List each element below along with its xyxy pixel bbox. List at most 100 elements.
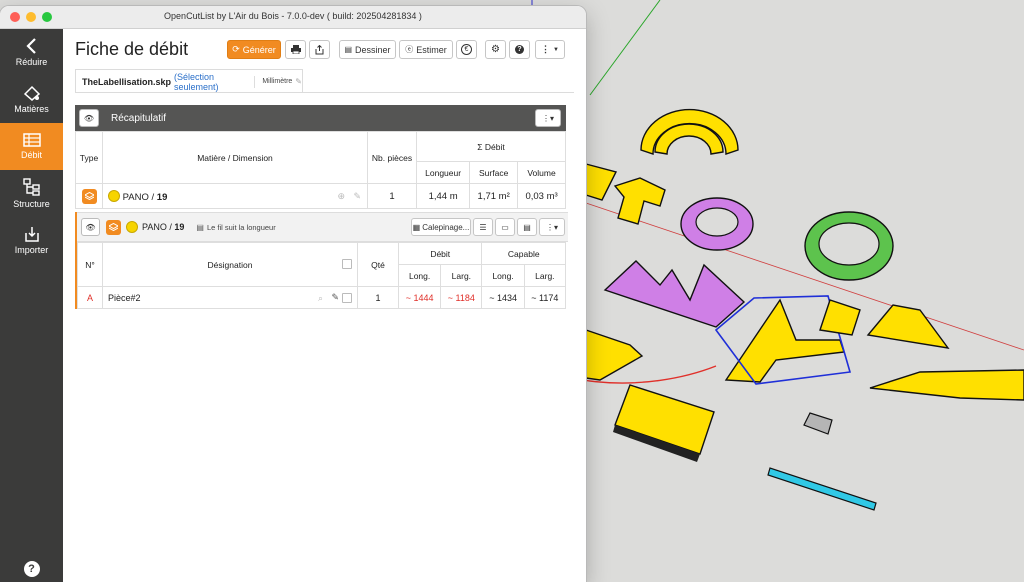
more-vertical-icon: ⋮ [541, 44, 551, 54]
summary-table: Type Matière / Dimension Nb. pièces Σ Dé… [75, 131, 566, 209]
unit-label: Millimètre [262, 78, 293, 85]
checkbox-all[interactable] [342, 259, 352, 269]
sidebar-item-label: Débit [20, 150, 42, 160]
sidebar-item-cutlist[interactable]: Débit [0, 123, 63, 170]
main-content: Fiche de débit ⟳ Générer ▤ Dessiner ⓔ Estim… [63, 29, 586, 582]
shape-green-ring [804, 211, 894, 281]
sidebar-item-label: Matières [14, 104, 49, 114]
more-menu-button[interactable]: ⋮ ▼ [535, 40, 565, 59]
group-menu-button[interactable]: ⋮▾ [539, 218, 565, 236]
group-header: 👁 PANO / 19 ▤ Le fil suit la longueur ▦ C… [77, 212, 568, 242]
file-name: TheLabellisation.skp [82, 76, 172, 87]
window-title: OpenCutList by L'Air du Bois - 7.0.0-dev… [164, 11, 422, 21]
col-designation: Désignation [207, 259, 253, 270]
sidebar-item-materials[interactable]: Matières [0, 76, 63, 123]
title-bar: OpenCutList by L'Air du Bois - 7.0.0-dev… [0, 6, 586, 29]
caret-down-icon: ▼ [553, 46, 559, 53]
panel-icon: ▭ [501, 222, 509, 232]
estimate-button[interactable]: ⓔ Estimer [399, 40, 453, 59]
export-button[interactable] [309, 40, 330, 59]
file-tab[interactable]: TheLabellisation.skp (Sélection seulemen… [75, 69, 303, 93]
toggle-visibility-button[interactable]: 👁 [79, 109, 99, 127]
cutting-diagram-2d-button[interactable]: ▭ [495, 218, 515, 236]
opencutlist-window: OpenCutList by L'Air du Bois - 7.0.0-dev… [0, 6, 586, 582]
sidebar: Réduire Matières Débit Structure Importe… [0, 29, 63, 582]
eye-slash-icon: 👁 [85, 222, 96, 232]
material-group-panel: 👁 PANO / 19 ▤ Le fil suit la longueur ▦ C… [75, 212, 568, 309]
material-dim: 19 [156, 191, 168, 203]
import-icon [24, 227, 39, 242]
layout-icon: ▦ [412, 222, 421, 232]
refresh-icon: ⟳ [232, 44, 240, 54]
draw-button[interactable]: ▤ Dessiner [339, 40, 396, 59]
labels-button[interactable]: ▤ [517, 218, 537, 236]
sidebar-item-label: Structure [13, 199, 50, 209]
page-title: Fiche de débit [75, 39, 189, 59]
structure-icon [22, 178, 40, 196]
col-material: Matière / Dimension [102, 131, 368, 184]
col-type: Type [75, 131, 103, 184]
summary-title: Récapitulatif [111, 112, 167, 124]
col-num: N° [77, 242, 103, 287]
sheet-good-icon [81, 188, 97, 204]
print-icon [290, 45, 301, 54]
col-count: Nb. pièces [367, 131, 417, 184]
summary-header: 👁 Récapitulatif ⋮▾ [75, 105, 566, 131]
col-qty: Qté [357, 242, 399, 287]
chevron-left-icon [25, 38, 36, 54]
grain-note: Le fil suit la longueur [206, 222, 276, 232]
sidebar-item-label: Réduire [15, 57, 48, 67]
share-icon [315, 44, 324, 54]
help-toolbar-button[interactable]: ? [509, 40, 530, 59]
cost-button[interactable]: € [456, 40, 477, 59]
layout-button[interactable]: ▦ Calepinage... [411, 218, 471, 236]
col-volume: Volume [517, 161, 566, 184]
selection-link[interactable]: (Sélection seulement) [174, 72, 245, 92]
more-vertical-icon: ⋮▾ [545, 222, 558, 232]
part-checkbox[interactable] [342, 293, 352, 303]
gear-icon: ⚙ [491, 44, 500, 55]
summary-panel: 👁 Récapitulatif ⋮▾ Type Matière / Dimens… [75, 105, 566, 209]
more-vertical-icon: ⋮▾ [541, 113, 554, 123]
toggle-visibility-button[interactable]: 👁 [81, 218, 100, 236]
pencil-icon[interactable]: ✎ [331, 292, 339, 303]
material-name: PANO [122, 191, 149, 203]
parts-table: N° Désignation Qté Débit Capable Long. L… [77, 242, 567, 309]
table-row[interactable]: PANO / 19 ⊕ ✎ 1 1,44 m 1,71 m² 0,03 m³ [75, 183, 566, 209]
grain-icon: ▤ [196, 222, 204, 232]
pencil-icon[interactable]: ✎ [295, 77, 302, 86]
material-color-dot [108, 189, 120, 202]
eye-slash-icon: 👁 [83, 113, 95, 123]
bars-icon: ☰ [479, 222, 487, 232]
sheet-good-icon [106, 219, 121, 235]
part-name: Pièce#2 [108, 292, 141, 303]
magnifier-icon[interactable]: ⊕ [337, 191, 345, 202]
col-surface: Surface [469, 161, 519, 184]
help-button[interactable]: ? [0, 560, 63, 578]
col-total: Σ Débit [416, 131, 566, 162]
euro-icon: € [461, 44, 472, 55]
pencil-icon[interactable]: ✎ [353, 191, 361, 202]
table-row[interactable]: A Pièce#2 ⌕ ✎ 1 ~ 1444 ~ 1184 ~ 1434 ~ 1… [77, 286, 567, 309]
col-cut: Débit [397, 242, 483, 265]
cutlist-icon [22, 133, 41, 147]
shape-purple-ring [680, 197, 754, 251]
sidebar-item-label: Importer [14, 245, 49, 255]
group-material: PANO [142, 222, 167, 232]
part-number: A [77, 286, 103, 309]
cutting-diagram-1d-button[interactable]: ☰ [473, 218, 493, 236]
summary-menu-button[interactable]: ⋮▾ [535, 109, 561, 127]
magnifier-icon[interactable]: ⌕ [318, 293, 323, 304]
question-icon: ? [515, 45, 524, 54]
materials-icon [23, 85, 40, 101]
sidebar-item-reduce[interactable]: Réduire [0, 29, 63, 76]
generate-button[interactable]: ⟳ Générer [227, 40, 281, 59]
sidebar-item-structure[interactable]: Structure [0, 170, 63, 217]
document-icon: ▤ [344, 45, 353, 54]
euro-circle-icon: ⓔ [405, 45, 414, 54]
settings-button[interactable]: ⚙ [485, 40, 506, 59]
sidebar-item-import[interactable]: Importer [0, 217, 63, 264]
col-final: Capable [481, 242, 566, 265]
col-length: Longueur [415, 161, 471, 184]
print-button[interactable] [285, 40, 306, 59]
